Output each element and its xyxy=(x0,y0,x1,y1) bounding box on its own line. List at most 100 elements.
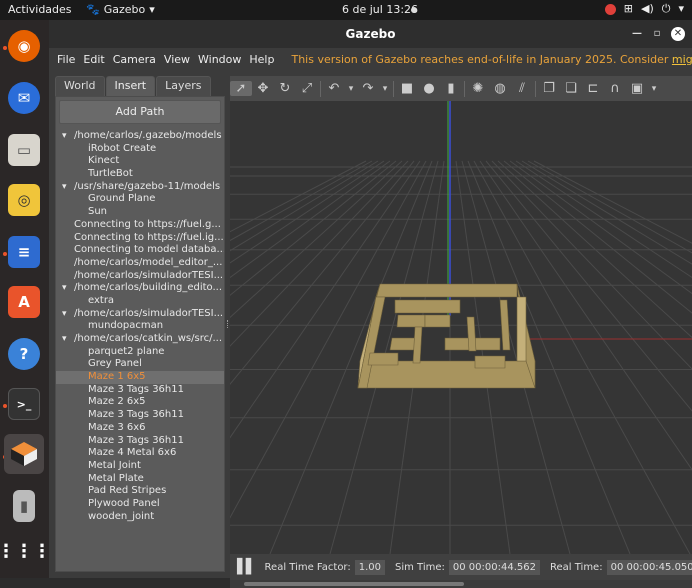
box-shape-icon[interactable]: ■ xyxy=(396,81,418,96)
toolbar-separator xyxy=(320,80,321,97)
tree-path-item[interactable]: Connecting to https://fuel.ig... xyxy=(56,232,224,245)
terminal-icon[interactable]: >_ xyxy=(8,388,40,420)
scrollbar-thumb[interactable] xyxy=(244,582,464,586)
tree-model-item[interactable]: Plywood Panel xyxy=(56,498,224,511)
files-icon[interactable]: ▭ xyxy=(8,134,40,166)
network-icon: ⊞ xyxy=(623,2,633,15)
add-path-button[interactable]: Add Path xyxy=(59,100,221,124)
menu-camera[interactable]: Camera xyxy=(113,53,156,66)
toolbar-separator xyxy=(464,80,465,97)
camera-icon[interactable]: ▣ xyxy=(626,81,648,96)
rhythmbox-icon[interactable]: ◎ xyxy=(8,184,40,216)
scale-mode-icon[interactable]: ⤢ xyxy=(296,81,318,96)
gazebo-dock-icon[interactable] xyxy=(4,434,44,474)
dock: ◉ ✉ ▭ ◎ ≡ A ? >_ ▮ ⋮⋮⋮ xyxy=(0,20,51,578)
usb-drive-icon[interactable]: ▮ xyxy=(13,490,35,522)
spot-light-icon[interactable]: ◍ xyxy=(489,81,511,96)
rtf-value: 1.00 xyxy=(354,559,386,575)
tree-path-item[interactable]: /home/carlos/building_edito... xyxy=(56,282,224,295)
tree-model-item[interactable]: Maze 3 Tags 36h11 xyxy=(56,409,224,422)
tree-model-item[interactable]: extra xyxy=(56,295,224,308)
menu-file[interactable]: File xyxy=(57,53,75,66)
show-apps-icon[interactable]: ⋮⋮⋮ xyxy=(0,535,51,567)
eol-migrate-link[interactable]: migrating to the new xyxy=(672,53,692,66)
tree-path-item[interactable]: /home/carlos/.gazebo/models xyxy=(56,130,224,143)
paste-icon[interactable]: ❏ xyxy=(560,81,582,96)
select-mode-icon[interactable]: ➚ xyxy=(230,81,252,96)
app-menu-label: Gazebo xyxy=(103,3,146,16)
menu-edit[interactable]: Edit xyxy=(83,53,104,66)
snap-icon[interactable]: ∩ xyxy=(604,81,626,96)
tree-model-item[interactable]: Maze 3 Tags 36h11 xyxy=(56,384,224,397)
tree-path-item[interactable]: /home/carlos/model_editor_... xyxy=(56,257,224,270)
tree-model-item[interactable]: iRobot Create xyxy=(56,143,224,156)
tree-model-item[interactable]: Maze 3 Tags 36h11 xyxy=(56,435,224,448)
tree-model-item[interactable]: Sun xyxy=(56,206,224,219)
translate-mode-icon[interactable]: ✥ xyxy=(252,81,274,96)
activities-button[interactable]: Actividades xyxy=(8,3,72,16)
align-icon[interactable]: ⊏ xyxy=(582,81,604,96)
tree-model-item[interactable]: parquet2 plane xyxy=(56,346,224,359)
redo-icon[interactable]: ↷ xyxy=(357,81,379,96)
tree-model-item[interactable]: TurtleBot xyxy=(56,168,224,181)
rtf-label: Real Time Factor: xyxy=(264,561,351,573)
tree-model-item[interactable]: Maze 3 6x6 xyxy=(56,422,224,435)
chevron-down-icon[interactable]: ▾ xyxy=(379,84,391,94)
tree-model-item[interactable]: Pad Red Stripes xyxy=(56,485,224,498)
undo-icon[interactable]: ↶ xyxy=(323,81,345,96)
tree-model-item[interactable]: Maze 4 Metal 6x6 xyxy=(56,447,224,460)
insert-panel: Add Path /home/carlos/.gazebo/modelsiRob… xyxy=(55,96,225,572)
chevron-down-icon: ▾ xyxy=(149,3,155,16)
rotate-mode-icon[interactable]: ↻ xyxy=(274,81,296,96)
chevron-down-icon[interactable]: ▾ xyxy=(648,84,660,94)
menu-help[interactable]: Help xyxy=(249,53,274,66)
scene-viewport[interactable] xyxy=(230,101,692,554)
close-icon[interactable]: ✕ xyxy=(671,27,685,41)
tree-model-item[interactable]: Kinect xyxy=(56,155,224,168)
tree-path-item[interactable]: /home/carlos/simuladorTESI... xyxy=(56,270,224,283)
tree-path-item[interactable]: Connecting to model databa... xyxy=(56,244,224,257)
pause-icon[interactable]: ▌▌ xyxy=(237,559,256,575)
menu-view[interactable]: View xyxy=(164,53,190,66)
tree-model-item[interactable]: Ground Plane xyxy=(56,193,224,206)
tree-model-item[interactable]: Maze 2 6x5 xyxy=(56,396,224,409)
running-indicator xyxy=(3,252,7,256)
tab-world[interactable]: World xyxy=(55,76,105,96)
tree-model-item[interactable]: wooden_joint xyxy=(56,511,224,524)
chevron-down-icon: ▾ xyxy=(678,2,684,15)
help-icon[interactable]: ? xyxy=(8,338,40,370)
chevron-down-icon[interactable]: ▾ xyxy=(345,84,357,94)
tree-path-item[interactable]: Connecting to https://fuel.g... xyxy=(56,219,224,232)
tree-model-item[interactable]: Metal Joint xyxy=(56,460,224,473)
firefox-icon[interactable]: ◉ xyxy=(8,30,40,62)
tab-insert[interactable]: Insert xyxy=(105,76,156,96)
minimize-icon[interactable]: — xyxy=(630,27,644,41)
power-icon: ⏻ xyxy=(661,2,671,15)
tree-model-item[interactable]: Metal Plate xyxy=(56,473,224,486)
tree-model-item[interactable]: Maze 1 6x5 xyxy=(56,371,224,384)
copy-icon[interactable]: ❐ xyxy=(538,81,560,96)
directional-light-icon[interactable]: ⫽ xyxy=(511,81,533,96)
do-not-disturb-icon xyxy=(604,4,616,15)
system-tray[interactable]: ⊞ ◀) ⏻ ▾ xyxy=(604,2,684,16)
thunderbird-icon[interactable]: ✉ xyxy=(8,82,40,114)
panel-tabs: World Insert Layers xyxy=(55,76,225,96)
toolbar-separator xyxy=(535,80,536,97)
menu-window[interactable]: Window xyxy=(198,53,241,66)
tree-model-item[interactable]: mundopacman xyxy=(56,320,224,333)
tree-model-item[interactable]: Grey Panel xyxy=(56,358,224,371)
tree-path-item[interactable]: /home/carlos/simuladorTESI... xyxy=(56,308,224,321)
maximize-icon[interactable]: ▫ xyxy=(650,27,664,41)
point-light-icon[interactable]: ✺ xyxy=(467,81,489,96)
sphere-shape-icon[interactable]: ● xyxy=(418,81,440,96)
clock[interactable]: 6 de jul 13:26 xyxy=(342,3,418,16)
software-icon[interactable]: A xyxy=(8,286,40,318)
horizontal-scrollbar[interactable] xyxy=(230,580,692,588)
tree-path-item[interactable]: /usr/share/gazebo-11/models xyxy=(56,181,224,194)
tree-path-item[interactable]: /home/carlos/catkin_ws/src/... xyxy=(56,333,224,346)
writer-icon[interactable]: ≡ xyxy=(8,236,40,268)
window-titlebar[interactable]: Gazebo — ▫ ✕ xyxy=(49,20,692,48)
tab-layers[interactable]: Layers xyxy=(156,76,211,96)
cylinder-shape-icon[interactable]: ▮ xyxy=(440,81,462,96)
app-menu[interactable]: 🐾 Gazebo ▾ xyxy=(86,3,155,16)
